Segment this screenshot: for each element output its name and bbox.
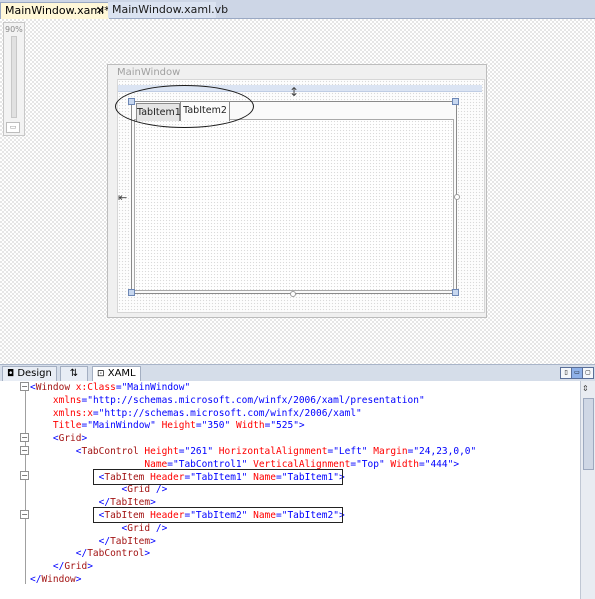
fold-toggle-window[interactable]: − <box>20 382 29 391</box>
code-line[interactable]: xmlns="http://schemas.microsoft.com/winf… <box>30 395 425 408</box>
scroll-split-icon[interactable]: ⇕ <box>582 384 589 393</box>
view-pane-bar: ◘ Design ⇅ ⊡ XAML ▯ ▭ ▢ <box>0 364 595 382</box>
code-token: "MainWindow" <box>87 420 156 432</box>
code-line[interactable]: <Grid /> <box>30 484 168 497</box>
highlight-box-tabitem1 <box>93 469 343 485</box>
code-line[interactable]: xmlns:x="http://schemas.microsoft.com/wi… <box>30 408 362 421</box>
vertical-margin-icon: ↕ <box>289 85 300 99</box>
code-token: < <box>30 433 59 445</box>
code-token: < <box>30 484 128 496</box>
code-token: Window <box>41 574 76 585</box>
designer-window-title: MainWindow <box>117 67 181 78</box>
code-token: Grid <box>58 433 82 445</box>
code-token: Window <box>35 382 71 393</box>
highlight-box-tabitem2 <box>93 507 343 523</box>
code-line[interactable]: </TabItem> <box>30 536 156 549</box>
fold-toggle-tabitem1[interactable]: − <box>20 471 29 480</box>
zoom-level: 90% <box>5 25 23 34</box>
code-token: </ <box>30 574 42 585</box>
tab-label: MainWindow.xaml.vb <box>112 3 229 16</box>
code-token: xmlns:x <box>30 407 93 419</box>
code-token: "261" <box>184 446 214 457</box>
code-token: "MainWindow" <box>121 382 191 393</box>
code-token: "Top" <box>356 458 385 470</box>
code-token: TabControl <box>87 548 145 560</box>
code-token: Title <box>30 420 82 432</box>
margin-handle-right[interactable] <box>454 194 460 200</box>
horizontal-margin-icon: ⇤ <box>118 191 128 204</box>
code-line[interactable]: </Grid> <box>30 561 93 574</box>
code-token: </ <box>30 535 111 547</box>
code-token: > <box>75 574 82 585</box>
resize-handle-bottom-left[interactable] <box>128 289 135 296</box>
code-token: Height <box>155 420 196 432</box>
code-line[interactable]: <Grid /> <box>30 522 168 536</box>
resize-handle-top-left[interactable] <box>128 98 135 105</box>
code-token: /> <box>150 484 168 496</box>
code-token: > <box>453 458 460 470</box>
code-token: < <box>30 522 128 534</box>
tab-mainwindow-xaml-vb[interactable]: MainWindow.xaml.vb <box>108 2 228 18</box>
tab-design-label: Design <box>17 368 52 379</box>
code-token: "350" <box>201 420 231 432</box>
code-token: TabControl <box>81 446 139 457</box>
code-token: > <box>144 548 151 560</box>
tab-xaml-label: XAML <box>107 368 136 379</box>
margin-handle-bottom[interactable] <box>290 291 296 297</box>
resize-handle-bottom-right[interactable] <box>452 289 459 296</box>
tab-label: MainWindow.xaml* <box>5 4 110 17</box>
code-token: "http://schemas.microsoft.com/winfx/2006… <box>87 394 425 406</box>
zoom-fit-icon[interactable]: ▭ <box>6 122 20 133</box>
code-token: > <box>87 561 93 573</box>
fold-toggle-tabcontrol[interactable]: − <box>20 446 29 455</box>
code-token: TabItem <box>110 535 151 547</box>
fold-toggle-tabitem2[interactable]: − <box>20 510 29 519</box>
outline-guide <box>25 388 26 584</box>
code-line[interactable]: <Window x:Class="MainWindow" <box>30 382 190 395</box>
tab-mainwindow-xaml[interactable]: MainWindow.xaml* ✕ <box>0 2 110 19</box>
code-token: "444" <box>424 458 454 470</box>
code-token: "24,23,0,0" <box>413 446 477 457</box>
code-token: Width <box>230 420 265 432</box>
code-token: Height <box>138 446 179 457</box>
close-icon[interactable]: ✕ <box>96 3 105 19</box>
tab-design[interactable]: ◘ Design <box>2 366 57 382</box>
highlight-ellipse <box>115 85 254 128</box>
code-token: </ <box>30 548 88 560</box>
zoom-slider[interactable] <box>11 36 17 118</box>
code-token: > <box>150 535 156 547</box>
code-line[interactable]: </TabControl> <box>30 548 150 561</box>
collapse-pane-icon[interactable]: ▢ <box>582 367 594 379</box>
swap-panes-button[interactable]: ⇅ <box>60 366 88 382</box>
code-token: Width <box>384 458 419 470</box>
code-token: Grid <box>127 484 151 496</box>
code-line[interactable]: </Window> <box>30 574 82 587</box>
code-line[interactable]: Title="MainWindow" Height="350" Width="5… <box>30 420 305 433</box>
code-token: Grid <box>64 561 88 573</box>
code-token: Margin <box>367 446 408 457</box>
code-token: "525" <box>270 420 299 432</box>
code-token: > <box>81 433 88 445</box>
code-line[interactable]: <Grid> <box>30 433 87 446</box>
code-token: Grid <box>127 522 151 534</box>
xaml-pane-icon: ⊡ <box>97 369 105 379</box>
code-token: /> <box>150 522 168 534</box>
scrollbar-thumb[interactable] <box>583 398 594 470</box>
document-tab-strip: MainWindow.xaml* ✕ MainWindow.xaml.vb <box>0 0 595 19</box>
resize-handle-top-right[interactable] <box>452 98 459 105</box>
code-token: > <box>298 420 305 432</box>
code-token: HorizontalAlignment <box>213 446 328 457</box>
code-token: "Left" <box>333 446 368 457</box>
code-token: "http://schemas.microsoft.com/winfx/2006… <box>98 407 362 419</box>
design-pane-icon: ◘ <box>7 369 15 379</box>
code-token: x:Class <box>70 382 116 393</box>
code-token: xmlns <box>30 394 82 406</box>
tab-content-area[interactable] <box>134 119 454 291</box>
fold-toggle-grid[interactable]: − <box>20 433 29 442</box>
code-token: </ <box>30 561 65 573</box>
tab-xaml[interactable]: ⊡ XAML <box>92 366 141 381</box>
code-token: < <box>30 446 82 457</box>
code-line[interactable]: <TabControl Height="261" HorizontalAlign… <box>30 446 476 459</box>
